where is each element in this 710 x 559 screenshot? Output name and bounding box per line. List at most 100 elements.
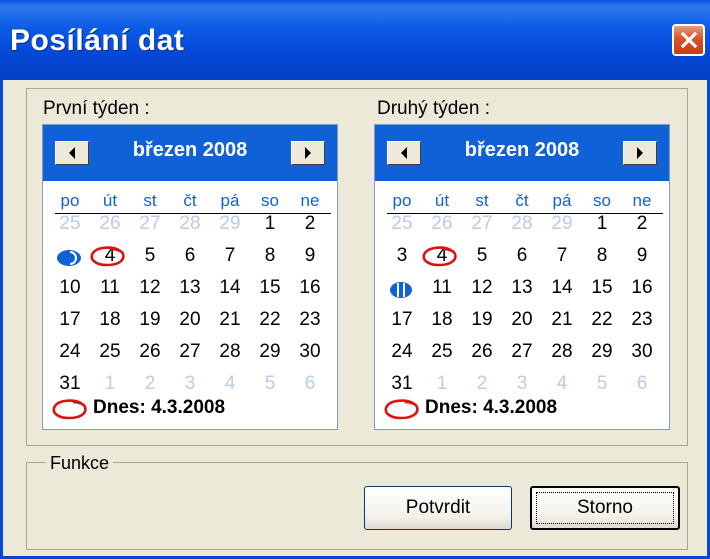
weekday-header: út bbox=[434, 191, 450, 210]
day-cell[interactable]: 31 bbox=[55, 373, 85, 395]
day-cell[interactable]: 3 bbox=[175, 373, 205, 395]
day-cell[interactable]: 5 bbox=[135, 245, 165, 267]
weekday-header: so bbox=[593, 191, 611, 210]
day-cell[interactable]: 2 bbox=[627, 213, 657, 235]
day-cell[interactable]: 26 bbox=[467, 341, 497, 363]
day-cell[interactable]: 1 bbox=[95, 373, 125, 395]
day-cell[interactable]: 1 bbox=[587, 213, 617, 235]
day-cell[interactable]: 12 bbox=[467, 277, 497, 299]
day-cell[interactable]: 3 bbox=[507, 373, 537, 395]
day-cell[interactable]: 27 bbox=[175, 341, 205, 363]
day-cell[interactable]: 29 bbox=[215, 213, 245, 235]
day-cell[interactable]: 29 bbox=[547, 213, 577, 235]
weekday-header: st bbox=[143, 191, 157, 210]
first-week-calendar[interactable]: březen 2008 Dnes: 4.3.2008 po út st čt pá so n… bbox=[42, 124, 338, 430]
day-cell[interactable]: 14 bbox=[215, 277, 245, 299]
day-cell[interactable]: 26 bbox=[427, 213, 457, 235]
window-title: Posílání dat bbox=[10, 24, 185, 57]
day-cell[interactable]: 1 bbox=[255, 213, 285, 235]
next-month-button[interactable] bbox=[291, 141, 325, 165]
day-cell[interactable]: 27 bbox=[467, 213, 497, 235]
day-cell[interactable]: 4 bbox=[215, 373, 245, 395]
day-cell[interactable]: 6 bbox=[507, 245, 537, 267]
weekday-header: ne bbox=[632, 191, 652, 210]
day-cell[interactable]: 27 bbox=[507, 341, 537, 363]
day-cell[interactable]: 8 bbox=[255, 245, 285, 267]
day-cell[interactable]: 10 bbox=[55, 277, 85, 299]
day-cell[interactable]: 20 bbox=[175, 309, 205, 331]
day-cell[interactable]: 28 bbox=[507, 213, 537, 235]
day-cell[interactable]: 21 bbox=[215, 309, 245, 331]
day-cell[interactable]: 24 bbox=[55, 341, 85, 363]
day-cell[interactable]: 5 bbox=[467, 245, 497, 267]
second-week-calendar[interactable]: březen 2008 Dnes: 4.3.2008 po út st čt pá so n… bbox=[374, 124, 670, 430]
day-cell[interactable]: 29 bbox=[587, 341, 617, 363]
next-month-button[interactable] bbox=[623, 141, 657, 165]
day-cell[interactable]: 30 bbox=[295, 341, 325, 363]
day-cell[interactable]: 15 bbox=[587, 277, 617, 299]
day-cell[interactable]: 28 bbox=[215, 341, 245, 363]
weekday-header: ne bbox=[300, 191, 320, 210]
day-cell[interactable]: 26 bbox=[95, 213, 125, 235]
weekday-header: út bbox=[102, 191, 118, 210]
day-cell[interactable]: 31 bbox=[387, 373, 417, 395]
funkce-label: Funkce bbox=[46, 453, 114, 474]
day-cell[interactable]: 30 bbox=[627, 341, 657, 363]
day-cell[interactable]: 23 bbox=[627, 309, 657, 331]
day-cell[interactable]: 18 bbox=[95, 309, 125, 331]
day-cell[interactable]: 11 bbox=[427, 277, 457, 299]
day-cell[interactable]: 8 bbox=[587, 245, 617, 267]
calendar-header: březen 2008 bbox=[375, 125, 669, 181]
day-cell[interactable]: 25 bbox=[55, 213, 85, 235]
day-cell[interactable]: 20 bbox=[507, 309, 537, 331]
day-cell[interactable]: 12 bbox=[135, 277, 165, 299]
day-cell[interactable]: 25 bbox=[427, 341, 457, 363]
day-cell[interactable]: 2 bbox=[135, 373, 165, 395]
day-cell[interactable]: 6 bbox=[175, 245, 205, 267]
day-cell[interactable]: 13 bbox=[507, 277, 537, 299]
day-cell[interactable]: 2 bbox=[295, 213, 325, 235]
close-icon bbox=[680, 31, 697, 49]
day-cell[interactable]: 19 bbox=[467, 309, 497, 331]
title-bar[interactable]: Posílání dat bbox=[0, 0, 710, 80]
day-cell[interactable]: 5 bbox=[587, 373, 617, 395]
day-cell[interactable]: 5 bbox=[255, 373, 285, 395]
close-button[interactable] bbox=[672, 24, 705, 56]
day-cell[interactable]: 1 bbox=[427, 373, 457, 395]
day-cell[interactable]: 7 bbox=[215, 245, 245, 267]
day-cell[interactable]: 28 bbox=[547, 341, 577, 363]
day-cell[interactable]: 6 bbox=[295, 373, 325, 395]
day-cell[interactable]: 11 bbox=[95, 277, 125, 299]
day-cell[interactable]: 18 bbox=[427, 309, 457, 331]
day-cell[interactable]: 21 bbox=[547, 309, 577, 331]
day-cell[interactable]: 25 bbox=[387, 213, 417, 235]
cancel-button[interactable]: Storno bbox=[530, 486, 680, 530]
day-cell[interactable]: 15 bbox=[255, 277, 285, 299]
day-cell[interactable]: 28 bbox=[175, 213, 205, 235]
day-cell[interactable]: 6 bbox=[627, 373, 657, 395]
first-week-label: První týden : bbox=[43, 98, 150, 119]
day-cell[interactable]: 16 bbox=[627, 277, 657, 299]
day-cell[interactable]: 26 bbox=[135, 341, 165, 363]
day-cell[interactable]: 17 bbox=[55, 309, 85, 331]
day-cell[interactable]: 9 bbox=[627, 245, 657, 267]
day-cell[interactable]: 3 bbox=[387, 245, 417, 267]
confirm-button[interactable]: Potvrdit bbox=[364, 486, 512, 530]
day-cell[interactable]: 4 bbox=[547, 373, 577, 395]
day-cell[interactable]: 7 bbox=[547, 245, 577, 267]
day-cell[interactable]: 2 bbox=[467, 373, 497, 395]
day-cell[interactable]: 14 bbox=[547, 277, 577, 299]
selected-week-marker-icon bbox=[390, 282, 412, 298]
day-cell[interactable]: 13 bbox=[175, 277, 205, 299]
day-cell[interactable]: 17 bbox=[387, 309, 417, 331]
day-cell[interactable]: 19 bbox=[135, 309, 165, 331]
day-cell[interactable]: 22 bbox=[255, 309, 285, 331]
day-cell[interactable]: 25 bbox=[95, 341, 125, 363]
day-cell[interactable]: 23 bbox=[295, 309, 325, 331]
day-cell[interactable]: 27 bbox=[135, 213, 165, 235]
day-cell[interactable]: 16 bbox=[295, 277, 325, 299]
day-cell[interactable]: 9 bbox=[295, 245, 325, 267]
day-cell[interactable]: 22 bbox=[587, 309, 617, 331]
day-cell[interactable]: 29 bbox=[255, 341, 285, 363]
day-cell[interactable]: 24 bbox=[387, 341, 417, 363]
